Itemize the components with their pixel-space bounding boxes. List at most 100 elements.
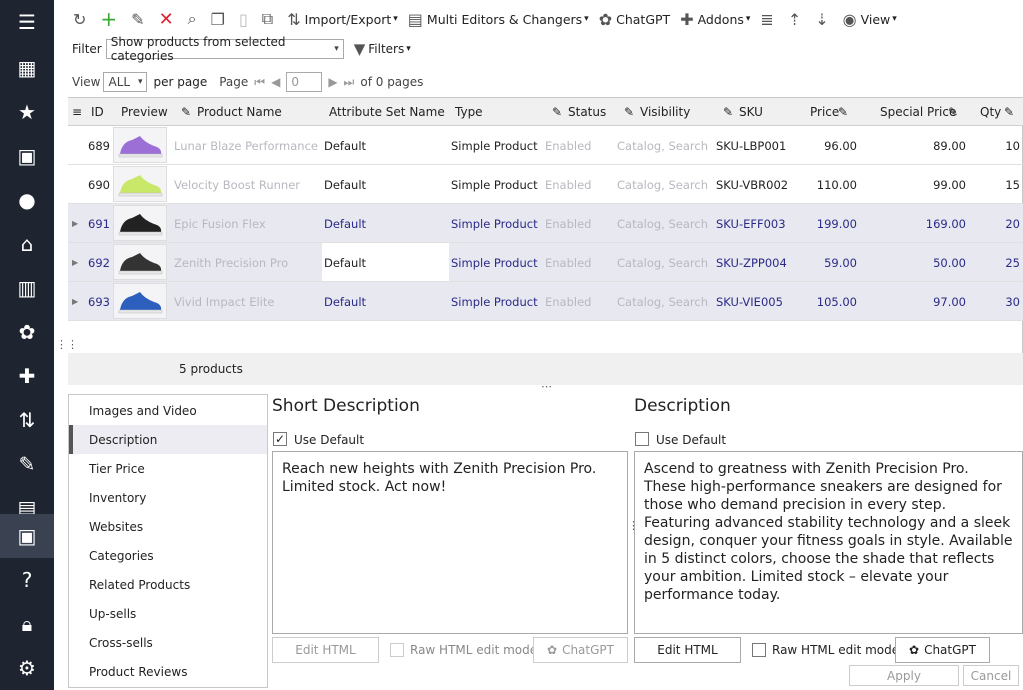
description-editor[interactable]: Ascend to greatness with Zenith Precisio… [634,451,1023,634]
short-description-editor[interactable]: Reach new heights with Zenith Precision … [272,451,628,634]
short-edit-html-button[interactable]: Edit HTML [272,637,379,663]
col-type[interactable]: Type [455,105,483,119]
sidebar-item-puzzle[interactable]: ✚ [0,354,54,398]
sidebar-item-settings[interactable]: ⚙ [0,646,54,690]
sort-down-button[interactable]: ⇣ [810,6,837,32]
nav-item-description[interactable]: Description [69,425,267,454]
cell-qty[interactable]: 25 [1005,256,1020,270]
sort-up-button[interactable]: ⇡ [783,6,810,32]
table-row[interactable]: ▶ 691 Epic Fusion Flex Default Simple Produc… [68,204,1023,243]
col-qty[interactable]: Qty [980,105,1001,119]
cell-qty[interactable]: 20 [1005,217,1020,231]
cell-id[interactable]: 690 [88,178,110,192]
cell-qty[interactable]: 15 [1005,178,1020,192]
multi-editors-button[interactable]: ▤ Multi Editors & Changers [403,6,594,32]
cell-price[interactable]: 199.00 [817,217,857,231]
cell-visibility[interactable]: Catalog, Search [617,256,708,270]
cell-product-name[interactable]: Vivid Impact Elite [174,295,274,309]
sidebar-item-lock[interactable]: 🔒︎ [0,602,54,646]
cell-id[interactable]: 691 [88,217,110,231]
short-raw-html-checkbox[interactable] [390,643,404,657]
cell-price[interactable]: 105.00 [817,295,857,309]
cell-sku[interactable]: SKU-LBP001 [716,139,786,153]
cell-sku[interactable]: SKU-VIE005 [716,295,783,309]
cell-price[interactable]: 96.00 [824,139,857,153]
paste-button[interactable]: ▯ [234,6,257,32]
product-thumbnail[interactable] [113,127,167,163]
sidebar-item-menu[interactable]: ☰ [0,0,54,44]
cell-type[interactable]: Simple Product [451,139,538,153]
col-preview[interactable]: Preview [121,105,168,119]
sidebar-item-sort[interactable]: ⇅ [0,398,54,442]
chatgpt-toolbar-button[interactable]: ✿ ChatGPT [594,6,675,32]
cell-id[interactable]: 689 [88,139,110,153]
filter-select[interactable]: Show products from selected categories ▾ [105,35,344,63]
cell-status[interactable]: Enabled [545,139,591,153]
col-visibility[interactable]: Visibility [640,105,690,119]
col-attribute-set[interactable]: Attribute Set Name [329,105,445,119]
cell-price[interactable]: 59.00 [824,256,857,270]
cell-status[interactable]: Enabled [545,217,591,231]
cell-attribute-set[interactable]: Default [324,139,366,153]
nav-item-cross-sells[interactable]: Cross-sells [69,628,267,657]
cell-status[interactable]: Enabled [545,295,591,309]
nav-item-categories[interactable]: Categories [69,541,267,570]
sidebar-item-chart[interactable]: ▥ [0,266,54,310]
cell-qty[interactable]: 30 [1005,295,1020,309]
cell-attribute-set[interactable]: Default [324,217,366,231]
cell-special-price[interactable]: 99.00 [933,178,966,192]
nav-item-related-products[interactable]: Related Products [69,570,267,599]
cell-special-price[interactable]: 97.00 [933,295,966,309]
product-thumbnail[interactable] [113,205,167,241]
desc-raw-html-checkbox[interactable] [752,643,766,657]
nav-item-product-reviews[interactable]: Product Reviews [69,657,267,686]
duplicate-button[interactable]: ⧉ [257,6,282,32]
table-row[interactable]: ▶ 693 Vivid Impact Elite Default Simple Prod… [68,282,1023,321]
product-thumbnail[interactable] [113,244,167,280]
cell-special-price[interactable]: 50.00 [933,256,966,270]
cell-id[interactable]: 693 [88,295,110,309]
col-price[interactable]: Price [810,105,839,119]
grid-menu-icon[interactable]: ≡ [72,105,82,119]
addons-button[interactable]: ✚ Addons [675,6,755,32]
cell-sku[interactable]: SKU-ZPP004 [716,256,787,270]
nav-item-websites[interactable]: Websites [69,512,267,541]
find-button[interactable]: ⌕ [183,6,206,32]
sidebar-item-help[interactable]: ? [0,558,54,602]
sidebar-item-user[interactable]: ● [0,178,54,222]
nav-item-images-and-video[interactable]: Images and Video [69,396,267,425]
sidebar-item-star[interactable]: ★ [0,90,54,134]
cell-visibility[interactable]: Catalog, Search [617,139,708,153]
nav-item-up-sells[interactable]: Up-sells [69,599,267,628]
col-product-name[interactable]: Product Name [197,105,282,119]
cell-visibility[interactable]: Catalog, Search [617,178,708,192]
add-button[interactable]: + [95,6,126,32]
edit-button[interactable]: ✎ [126,6,153,32]
refresh-button[interactable]: ↻ [68,6,95,32]
desc-use-default-checkbox[interactable] [635,432,649,446]
table-row[interactable]: ▶ 692 Zenith Precision Pro Default Simple Pr… [68,243,1023,282]
cell-sku[interactable]: SKU-EFF003 [716,217,786,231]
prev-page-icon[interactable]: ◀ [271,75,280,89]
cell-qty[interactable]: 10 [1005,139,1020,153]
sidebar-item-box[interactable]: ▣ [0,514,54,558]
cell-product-name[interactable]: Velocity Boost Runner [174,178,300,192]
cell-status[interactable]: Enabled [545,256,591,270]
sidebar-item-basket[interactable]: ⌂ [0,222,54,266]
view-button[interactable]: ◉ View [838,6,902,32]
apply-button[interactable]: Apply [849,665,959,686]
cell-product-name[interactable]: Zenith Precision Pro [174,256,288,270]
cancel-button[interactable]: Cancel [963,665,1019,686]
cell-type[interactable]: Simple Product [451,178,538,192]
nav-item-inventory[interactable]: Inventory [69,483,267,512]
cell-id[interactable]: 692 [88,256,110,270]
sidebar-item-wrench[interactable]: ✎ [0,442,54,486]
table-row[interactable]: 689 Lunar Blaze Performance Default Simple … [68,126,1023,165]
desc-edit-html-button[interactable]: Edit HTML [634,637,741,663]
cell-status[interactable]: Enabled [545,178,591,192]
table-row[interactable]: 690 Velocity Boost Runner Default Simple Pr… [68,165,1023,204]
copy-button[interactable]: ❐ [206,6,234,32]
delete-button[interactable]: ✕ [154,6,183,32]
cell-attribute-set[interactable]: Default [324,256,366,270]
page-input[interactable]: 0 [286,72,323,92]
